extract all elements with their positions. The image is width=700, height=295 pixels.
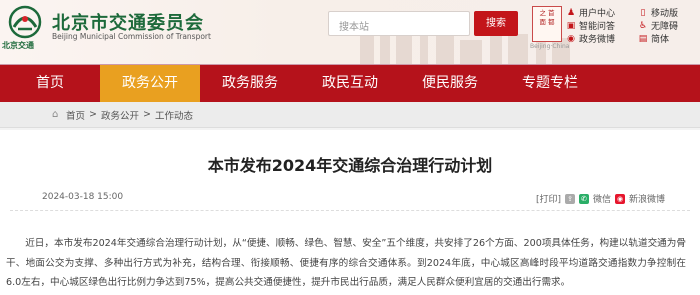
quick-link-label: 无障碍 [651, 22, 679, 32]
article-container: 本市发布2024年交通综合治理行动计划 2024-03-18 15:00 [打印… [0, 130, 700, 295]
search-button[interactable]: 搜索 [474, 11, 518, 36]
seal-char: 首 [548, 9, 555, 17]
breadcrumb-separator: > [89, 109, 97, 120]
nav-item-government-affairs[interactable]: 政务公开 [100, 65, 200, 102]
site-header: 北京交通 北京市交通委员会 Beijing Municipal Commissi… [0, 0, 700, 64]
transport-logo-icon[interactable] [2, 5, 48, 43]
weibo-icon[interactable]: ◉ [615, 193, 626, 204]
seal-char: 之 [539, 9, 546, 17]
share-weibo[interactable]: 新浪微博 [629, 192, 665, 205]
share-wechat[interactable]: 微信 [593, 192, 611, 205]
breadcrumb-separator: > [143, 109, 151, 120]
nav-item-interaction[interactable]: 政民互动 [300, 65, 400, 102]
breadcrumb: ⌂ 首页 > 政务公开 > 工作动态 [0, 102, 700, 128]
quick-link-smart-qa[interactable]: ▣ 智能问答 [566, 19, 616, 33]
quick-link-label: 政务微博 [579, 35, 616, 45]
user-icon: ♟ [566, 7, 576, 18]
article-tools: [打印] ⇪ ✆ 微信 ◉ 新浪微博 [536, 192, 665, 205]
share-icon: ⇪ [565, 193, 576, 204]
nav-item-government-services[interactable]: 政务服务 [200, 65, 300, 102]
accessibility-icon: ♿ [638, 20, 648, 31]
language-icon: ▤ [638, 33, 648, 44]
nav-item-public-services[interactable]: 便民服务 [400, 65, 500, 102]
quick-link-label: 简体 [651, 35, 670, 45]
quick-link-label: 用户中心 [579, 9, 616, 19]
weibo-icon: ◉ [567, 33, 575, 44]
seal-caption: Beijing·China [530, 43, 570, 50]
home-icon: ⌂ [52, 108, 59, 120]
quick-link-weibo[interactable]: ◉ 政务微博 [566, 32, 616, 46]
quick-link-user-center[interactable]: ♟ 用户中心 [566, 6, 616, 20]
mobile-icon: ▯ [640, 7, 646, 18]
print-link[interactable]: [打印] [536, 192, 561, 205]
article-date: 2024-03-18 15:00 [42, 192, 124, 202]
breadcrumb-home[interactable]: 首页 [66, 108, 85, 122]
site-subtitle: Beijing Municipal Commission of Transpor… [52, 32, 211, 41]
article-title: 本市发布2024年交通综合治理行动计划 [207, 156, 493, 175]
quick-link-label: 移动版 [651, 9, 679, 19]
nav-item-home[interactable]: 首页 [0, 65, 100, 102]
breadcrumb-work-news[interactable]: 工作动态 [155, 108, 193, 122]
quick-link-label: 智能问答 [579, 22, 616, 32]
quick-link-mobile[interactable]: ▯ 移动版 [638, 6, 679, 20]
quick-link-language[interactable]: ▤ 简体 [638, 32, 670, 46]
capital-seal-logo: 之 首 面 都 [532, 6, 562, 42]
seal-char: 面 [539, 18, 546, 26]
article-body: 近日，本市发布2024年交通综合治理行动计划，从“便捷、顺畅、绿色、智慧、安全”… [6, 238, 686, 288]
logo-caption: 北京交通 [2, 41, 34, 50]
divider [10, 210, 690, 211]
chat-icon: ▣ [566, 20, 576, 31]
main-nav: 首页 政务公开 政务服务 政民互动 便民服务 专题专栏 [0, 64, 700, 102]
breadcrumb-government-affairs[interactable]: 政务公开 [101, 108, 139, 122]
quick-link-accessibility[interactable]: ♿ 无障碍 [638, 19, 679, 33]
search-input[interactable]: 搜本站 [328, 11, 470, 36]
seal-char: 都 [548, 18, 555, 26]
wechat-icon[interactable]: ✆ [579, 193, 590, 204]
nav-item-special-topics[interactable]: 专题专栏 [500, 65, 600, 102]
